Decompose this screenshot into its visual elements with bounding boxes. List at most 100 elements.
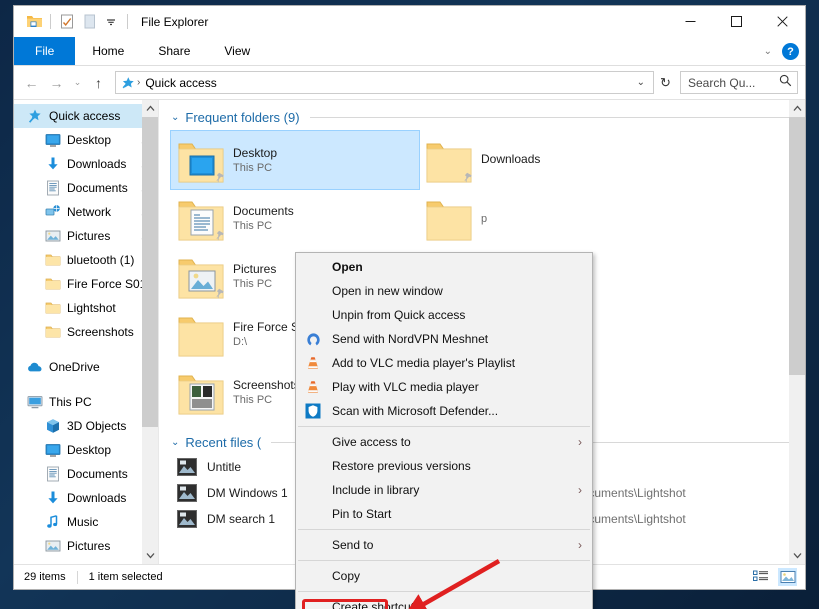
tab-view[interactable]: View [207,37,267,65]
new-folder-icon[interactable] [78,11,100,33]
menu-item-copy[interactable]: Copy [296,564,592,588]
sidebar-item-lightshot[interactable]: Lightshot [14,296,158,320]
large-icons-view-button[interactable] [778,568,797,586]
sidebar-item-this-pc[interactable]: This PC [14,390,158,414]
customize-dropdown-icon[interactable] [100,11,122,33]
frequent-folders-header[interactable]: ⌄ Frequent folders (9) [159,100,805,129]
address-dropdown-icon[interactable]: ⌄ [631,77,651,88]
menu-item-icon-slot [304,457,322,475]
sidebar-item-network[interactable]: Network [14,200,158,224]
checklist-icon[interactable] [56,11,78,33]
menu-item-create-shortcut[interactable]: Create shortcut [296,595,592,609]
menu-item-open[interactable]: Open [296,255,592,279]
folder-icon [45,324,61,340]
sidebar-item-desktop[interactable]: Desktop [14,128,158,152]
minimize-button[interactable] [667,6,713,37]
scroll-down-icon[interactable] [142,547,158,564]
search-box[interactable]: Search Qu... [680,71,798,94]
close-button[interactable] [759,6,805,37]
sidebar-item-pictures[interactable]: Pictures [14,534,158,558]
scroll-up-icon[interactable] [789,100,805,117]
toolbar-divider-2 [127,14,128,29]
frequent-folders-label: Frequent folders (9) [185,110,300,125]
tile-subtitle: This PC [233,220,273,232]
pin-icon[interactable] [215,287,226,299]
search-input[interactable]: Search Qu... [688,76,755,90]
breadcrumb-quick-access[interactable]: Quick access [141,76,220,90]
image-thumb-icon [177,510,197,528]
content-scroll-track[interactable] [789,117,805,547]
maximize-button[interactable] [713,6,759,37]
scroll-down-icon[interactable] [789,547,805,564]
chevron-down-icon[interactable]: ⌄ [171,437,179,448]
sidebar-item-screenshots[interactable]: Screenshots [14,320,158,344]
sidebar-item-quick-access[interactable]: Quick access [14,104,158,128]
chevron-down-icon[interactable]: ⌄ [171,112,179,123]
tile-subtitle: This PC [233,278,273,290]
content-scroll-thumb[interactable] [789,117,805,375]
sidebar-item-3d-objects[interactable]: 3D Objects [14,414,158,438]
chevron-down-icon[interactable]: ⌄ [761,46,775,57]
tab-file[interactable]: File [14,37,76,65]
tile-name: Desktop [233,146,278,160]
refresh-button[interactable]: ↻ [654,71,677,94]
sidebar-item-label: Screenshots [67,325,134,339]
sidebar-item-downloads[interactable]: Downloads [14,486,158,510]
navigation-scrollbar[interactable] [142,100,158,564]
frequent-folder-tile[interactable]: Downloads [419,131,667,189]
address-input[interactable]: › Quick access ⌄ [115,71,654,94]
tab-home[interactable]: Home [75,37,141,65]
frequent-folder-tile[interactable]: Documents This PC [171,189,419,247]
scroll-up-icon[interactable] [142,100,158,117]
menu-item-send-with-nordvpn-meshnet[interactable]: Send with NordVPN Meshnet [296,327,592,351]
sidebar-item-documents[interactable]: Documents [14,176,158,200]
pin-icon[interactable] [463,171,474,183]
menu-item-unpin-from-quick-access[interactable]: Unpin from Quick access [296,303,592,327]
sidebar-item-bluetooth-1[interactable]: bluetooth (1) [14,248,158,272]
recent-locations-button[interactable]: ⌄ [69,70,86,95]
details-view-button[interactable] [751,568,770,586]
menu-separator [298,529,590,530]
frequent-folder-tile[interactable]: Desktop This PC [170,130,420,190]
menu-item-restore-previous-versions[interactable]: Restore previous versions [296,454,592,478]
nav-scroll-thumb[interactable] [142,117,158,427]
menu-item-scan-with-microsoft-defender[interactable]: Scan with Microsoft Defender... [296,399,592,423]
menu-item-include-in-library[interactable]: Include in library › [296,478,592,502]
folder-properties-icon[interactable] [23,11,45,33]
defender-shield-icon [304,402,322,420]
menu-item-give-access-to[interactable]: Give access to › [296,430,592,454]
sidebar-item-fire-force-s01-10[interactable]: Fire Force S01 10 [14,272,158,296]
menu-item-send-to[interactable]: Send to › [296,533,592,557]
content-scrollbar[interactable] [789,100,805,564]
sidebar-item-desktop[interactable]: Desktop [14,438,158,462]
context-menu[interactable]: Open Open in new window Unpin from Quick a… [295,252,593,609]
tile-text: p [481,211,487,225]
desktop-icon [45,132,61,148]
menu-item-add-to-vlc-media-player-s-playlist[interactable]: Add to VLC media player's Playlist [296,351,592,375]
menu-separator [298,426,590,427]
folder-screenshots-icon [177,368,225,416]
sidebar-item-music[interactable]: Music [14,510,158,534]
caption-buttons [667,6,805,37]
menu-item-open-in-new-window[interactable]: Open in new window [296,279,592,303]
menu-item-play-with-vlc-media-player[interactable]: Play with VLC media player [296,375,592,399]
menu-item-label: Restore previous versions [332,459,471,473]
sidebar-item-downloads[interactable]: Downloads [14,152,158,176]
back-button[interactable]: ← [19,70,44,95]
sidebar-item-documents[interactable]: Documents [14,462,158,486]
sidebar-item-pictures[interactable]: Pictures [14,224,158,248]
frequent-folder-tile[interactable]: p [419,189,667,247]
menu-item-icon-slot [304,258,322,276]
tab-share[interactable]: Share [141,37,207,65]
menu-item-pin-to-start[interactable]: Pin to Start [296,502,592,526]
nordvpn-icon [304,330,322,348]
pin-icon[interactable] [215,171,226,183]
nav-scroll-track[interactable] [142,117,158,547]
sidebar-item-onedrive[interactable]: OneDrive [14,355,158,379]
forward-button[interactable]: → [44,70,69,95]
up-button[interactable]: ↑ [86,70,111,95]
sidebar-item-label: Documents [67,467,128,481]
menu-item-label: Copy [332,569,361,583]
help-icon[interactable]: ? [782,43,799,60]
pin-icon[interactable] [215,229,226,241]
